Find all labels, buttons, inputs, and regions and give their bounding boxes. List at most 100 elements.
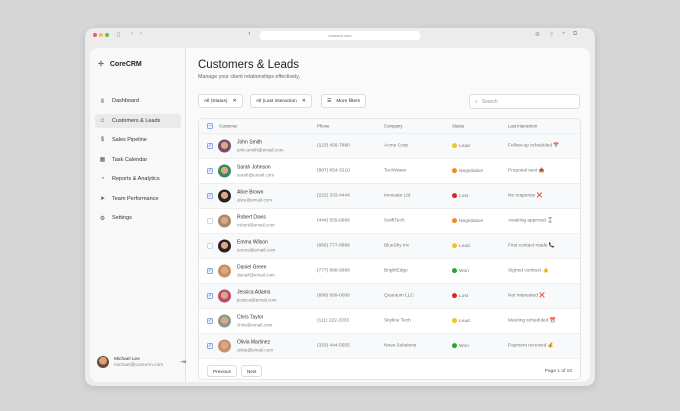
customer-name[interactable]: Daniel Green	[237, 265, 275, 271]
last-interaction: First contact made 📞	[508, 243, 555, 249]
table-row[interactable]: ✓ Sarah Johnson sarah@email.com (987) 654…	[199, 159, 580, 184]
last-interaction: Follow-up scheduled 📅	[508, 143, 560, 149]
avatar	[218, 264, 231, 278]
users-icon: ☺	[99, 117, 106, 124]
status-label: Won	[459, 343, 469, 349]
last-interaction-filter-chip[interactable]: All (Last interaction ✕	[250, 94, 312, 108]
sidebar-item-task-calendar[interactable]: ▦ Task Calendar	[95, 153, 181, 167]
customer-cell: John Smith john.smith@email.com	[237, 140, 284, 153]
table-row[interactable]: ✓ Alice Brown alice@email.com (222) 333-4…	[199, 184, 580, 209]
customer-name[interactable]: Emma Wilson	[237, 240, 275, 246]
user-name: Michael Lee	[114, 356, 140, 362]
sidebar-item-customers-leads[interactable]: ☺ Customers & Leads	[95, 113, 181, 128]
phone: (987) 654-3210	[317, 168, 350, 174]
phone: (111) 222-3333	[317, 318, 350, 324]
customer-cell: Daniel Green daniel@email.com	[237, 265, 275, 278]
sidebar-item-settings[interactable]: ⚙ Settings	[95, 211, 181, 225]
address-bar[interactable]: corecrm.com	[260, 31, 420, 40]
new-tab-icon[interactable]: +	[562, 31, 566, 37]
customer-email: sarah@email.com	[237, 172, 275, 178]
search-input[interactable]: ⌕ Search	[469, 94, 580, 109]
shield-icon[interactable]: ◐	[248, 31, 252, 37]
avatar	[218, 139, 231, 153]
last-interaction: Signed contract 👍	[508, 268, 549, 274]
column-header-company[interactable]: Company	[384, 124, 402, 129]
status-badge: Lead	[452, 143, 470, 149]
table-row[interactable]: ✓ Olivia Martinez olivia@email.com (333) …	[199, 334, 580, 359]
last-interaction: Not interested ❌	[508, 293, 546, 299]
row-checkbox[interactable]: ✓	[207, 143, 213, 149]
phone: (444) 555-6666	[317, 218, 350, 224]
status-dot-icon	[452, 168, 457, 174]
table-row[interactable]: Robert Davis robert@email.com (444) 555-6…	[199, 209, 580, 234]
customer-name[interactable]: Olivia Martinez	[237, 340, 273, 346]
share-icon[interactable]: ⇪	[549, 31, 554, 38]
company: Acme Corp	[384, 143, 408, 149]
column-header-phone[interactable]: Phone	[317, 124, 329, 129]
next-button[interactable]: Next	[241, 365, 263, 377]
status-dot-icon	[452, 343, 457, 349]
status-badge: Lost	[452, 193, 468, 199]
user-profile[interactable]: Michael Lee michael@corecrm.com ⇥	[97, 356, 186, 368]
row-checkbox[interactable]: ✓	[207, 293, 213, 299]
close-icon[interactable]: ✕	[302, 99, 306, 104]
sidebar-item-label: Reports & Analytics	[112, 176, 160, 182]
customer-name[interactable]: Jessica Adams	[237, 290, 277, 296]
company: Innovate Ltd	[384, 193, 411, 199]
phone: (333) 444-5555	[317, 343, 350, 349]
sidebar-item-team-performance[interactable]: ➤ Team Performance	[95, 192, 181, 206]
company: SwiftTech	[384, 218, 405, 224]
row-checkbox[interactable]	[207, 218, 213, 224]
avatar	[97, 356, 109, 368]
sidebar-item-reports-analytics[interactable]: ◔ Reports & Analytics	[95, 172, 181, 186]
row-checkbox[interactable]: ✓	[207, 343, 213, 349]
row-checkbox[interactable]: ✓	[207, 193, 213, 199]
user-email: michael@corecrm.com	[114, 362, 164, 368]
more-filters-button[interactable]: ☰ More filters	[321, 94, 367, 108]
sidebar-item-dashboard[interactable]: Ⅱ Dashboard	[95, 94, 181, 108]
status-label: Lead	[459, 243, 470, 249]
download-icon[interactable]: ⊕	[535, 31, 540, 38]
row-checkbox[interactable]: ✓	[207, 168, 213, 174]
customer-name[interactable]: Sarah Johnson	[237, 165, 274, 171]
column-header-status[interactable]: Status	[452, 124, 464, 129]
status-label: Negotiation	[459, 168, 484, 174]
select-all-checkbox[interactable]: –	[207, 123, 213, 129]
table-row[interactable]: Emma Wilson emma@email.com (666) 777-8888…	[199, 234, 580, 259]
row-checkbox[interactable]	[207, 243, 213, 249]
previous-button[interactable]: Previous	[207, 365, 237, 377]
status-label: Won	[459, 268, 469, 274]
forward-icon[interactable]: ›	[140, 31, 142, 37]
company: TechWave	[384, 168, 407, 174]
close-window-button[interactable]	[93, 33, 97, 37]
row-checkbox[interactable]: ✓	[207, 318, 213, 324]
customer-name[interactable]: John Smith	[237, 140, 284, 146]
sidebar-toggle-icon[interactable]: ▯	[117, 31, 120, 38]
customer-name[interactable]: Chris Taylor	[237, 315, 272, 321]
table-row[interactable]: ✓ Chris Taylor chris@email.com (111) 222-…	[199, 309, 580, 334]
back-icon[interactable]: ‹	[131, 31, 133, 37]
close-icon[interactable]: ✕	[232, 99, 236, 104]
customer-email: chris@email.com	[237, 322, 273, 328]
sidebar-item-sales-pipeline[interactable]: $ Sales Pipeline	[95, 133, 181, 147]
table-row[interactable]: ✓ Jessica Adams jessica@email.com (888) 9…	[199, 284, 580, 309]
column-header-customer[interactable]: Customer	[219, 124, 238, 129]
tabs-icon[interactable]: ⧉	[573, 31, 577, 38]
customer-name[interactable]: Robert Davis	[237, 215, 275, 221]
page-indicator: Page 1 of 10	[544, 369, 572, 374]
row-checkbox[interactable]: ✓	[207, 268, 213, 274]
table-row[interactable]: ✓ Daniel Green daniel@email.com (777) 888…	[199, 259, 580, 284]
column-header-last-interaction[interactable]: Last interaction	[508, 124, 537, 129]
customer-name[interactable]: Alice Brown	[237, 190, 272, 196]
page-title: Customers & Leads	[198, 59, 299, 71]
customer-email: robert@email.com	[237, 222, 275, 228]
customer-cell: Sarah Johnson sarah@email.com	[237, 165, 274, 178]
avatar	[218, 314, 231, 328]
minimize-window-button[interactable]	[99, 33, 103, 37]
maximize-window-button[interactable]	[105, 33, 109, 37]
last-interaction: Awaiting approval ⌛	[508, 218, 554, 224]
status-filter-chip[interactable]: All (Status) ✕	[198, 94, 243, 108]
status-label: Lost	[459, 193, 469, 199]
browser-window: ▯ ‹ › ◐ corecrm.com ⊕ ⇪ + ⧉ ✢ CoreCRM Ⅱ Da…	[85, 28, 595, 386]
table-row[interactable]: ✓ John Smith john.smith@email.com (123) 4…	[199, 134, 580, 159]
